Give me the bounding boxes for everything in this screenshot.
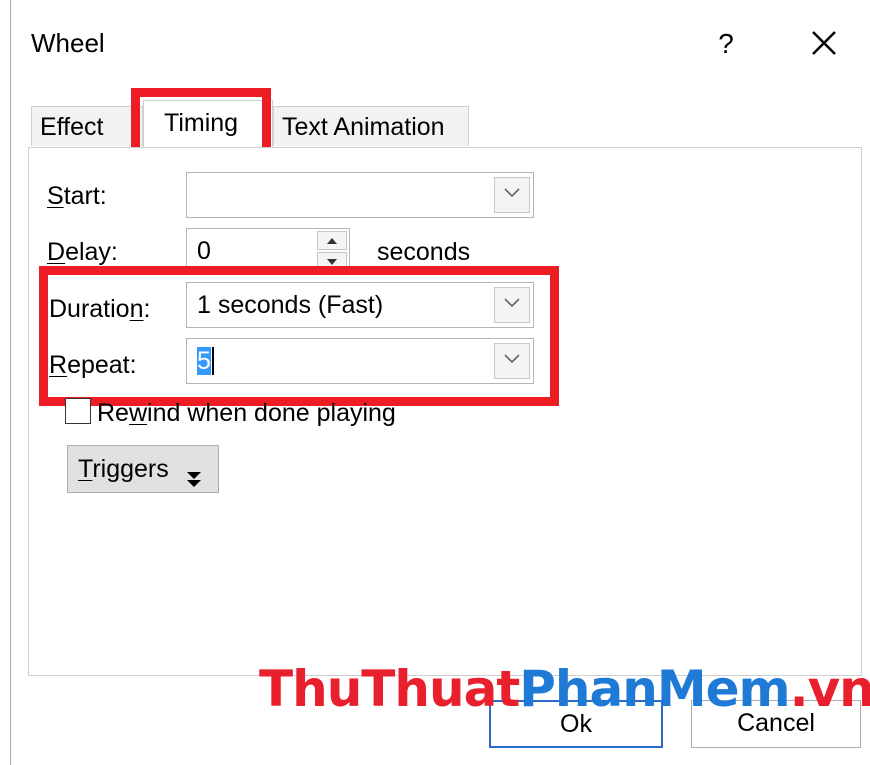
- dialog-title: Wheel: [31, 28, 105, 58]
- double-chevron-down-icon: [186, 458, 202, 504]
- triggers-button[interactable]: Triggers: [67, 445, 219, 493]
- timing-panel: Start: Delay: 0 seconds Duration: 1 seco…: [28, 147, 862, 676]
- close-icon[interactable]: [807, 26, 841, 60]
- duration-repeat-highlight: [39, 266, 559, 406]
- watermark: ThuThuatPhanMem.vn: [259, 660, 870, 718]
- tab-text-animation[interactable]: Text Animation: [273, 106, 469, 146]
- start-dropdown[interactable]: [186, 172, 534, 218]
- wheel-dialog: Wheel ? Effect Text Animation Timing Sta…: [10, 0, 870, 765]
- rewind-label: Rewind when done playing: [97, 399, 396, 427]
- start-label: Start:: [47, 182, 107, 210]
- delay-unit-label: seconds: [377, 238, 471, 266]
- spin-up-icon[interactable]: [317, 231, 347, 250]
- chevron-down-icon[interactable]: [494, 177, 530, 213]
- rewind-checkbox[interactable]: [65, 398, 91, 424]
- timing-tab-highlight: [131, 88, 271, 156]
- help-button[interactable]: ?: [711, 28, 741, 60]
- tab-effect[interactable]: Effect: [31, 106, 143, 146]
- delay-label: Delay:: [47, 238, 118, 266]
